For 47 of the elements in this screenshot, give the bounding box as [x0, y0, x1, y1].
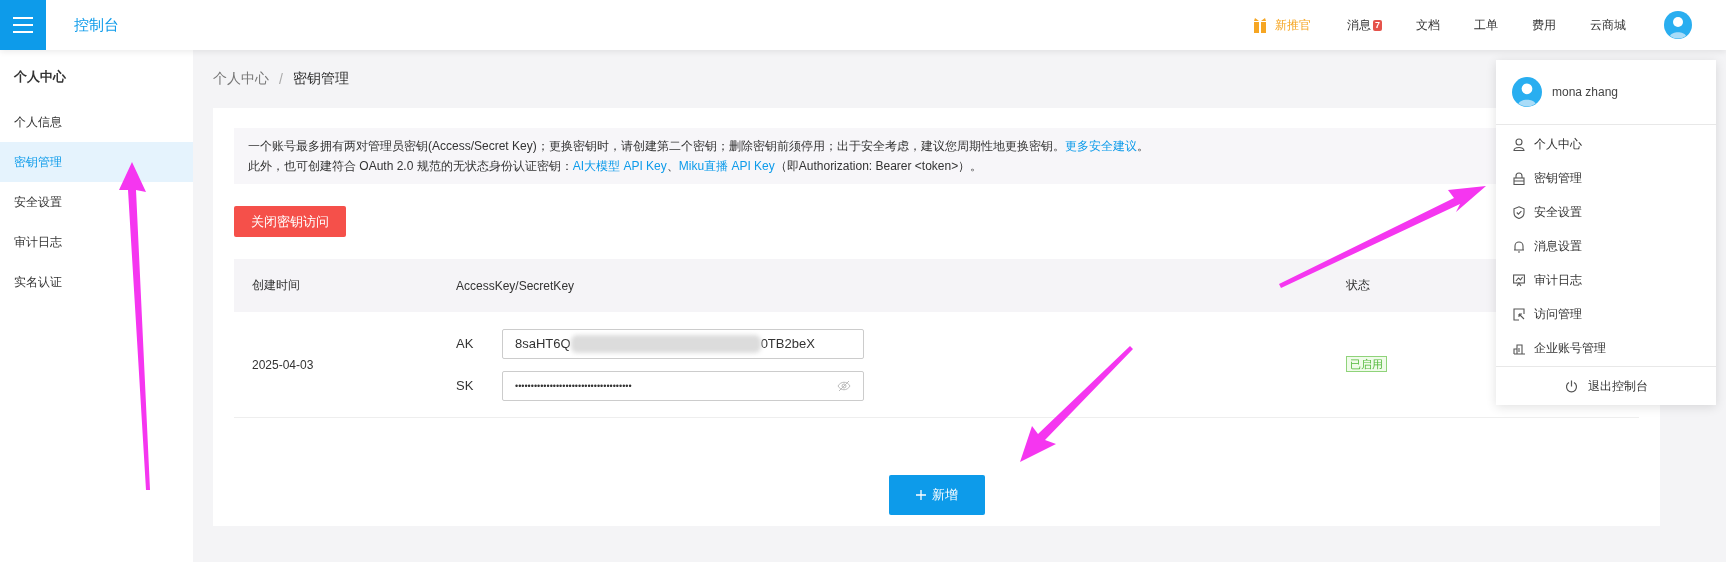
- column-header: AccessKey/SecretKey: [456, 278, 576, 293]
- avatar-icon: [1512, 77, 1542, 107]
- shield-icon: [1513, 205, 1525, 219]
- lock-icon: [1513, 171, 1525, 185]
- sidebar-item[interactable]: 实名认证: [0, 262, 193, 302]
- menu-button[interactable]: [0, 0, 46, 50]
- sidebar-title: 个人中心: [13, 68, 67, 86]
- hide-eye-icon[interactable]: [837, 379, 851, 392]
- sidebar-item[interactable]: 审计日志: [0, 222, 193, 262]
- user-name: mona zhang: [1552, 85, 1619, 99]
- plus-icon: [915, 490, 926, 500]
- nav-link[interactable]: 费用: [1532, 16, 1556, 34]
- status-tag: 已启用: [1346, 356, 1387, 372]
- key-label: SK: [456, 378, 475, 393]
- sidebar-item[interactable]: 个人信息: [0, 102, 193, 142]
- menu-item[interactable]: 企业账号管理: [1496, 331, 1716, 365]
- column-header: 创建时间: [251, 277, 301, 294]
- secret-key-field[interactable]: •••••••••••••••••••••••••••••••••••••: [502, 370, 864, 401]
- key-label: AK: [456, 336, 475, 351]
- monitor-icon: [1513, 273, 1525, 287]
- menu-item[interactable]: 安全设置: [1496, 195, 1716, 229]
- menu-item[interactable]: 消息设置: [1496, 229, 1716, 263]
- date-cell-text: 2025-04-03: [251, 357, 315, 372]
- user-icon: [1513, 137, 1525, 151]
- nav-link[interactable]: 文档: [1416, 16, 1440, 34]
- access-key-field[interactable]: 8saHT6Q 0TB2beX: [502, 328, 864, 359]
- breadcrumb-item[interactable]: 个人中心: [213, 70, 269, 88]
- logout-button[interactable]: 退出控制台: [1496, 366, 1716, 405]
- messages-link[interactable]: 消息 7: [1347, 16, 1382, 34]
- breadcrumb-item: 密钥管理: [292, 70, 349, 88]
- menu-item[interactable]: 审计日志: [1496, 263, 1716, 297]
- message-count: 7: [1373, 19, 1382, 31]
- nav-link[interactable]: 云商城: [1590, 16, 1626, 34]
- nav-link[interactable]: 工单: [1474, 16, 1498, 34]
- breadcrumb-separator: /: [279, 71, 283, 87]
- building-icon: [1513, 341, 1525, 355]
- avatar-icon[interactable]: [1664, 11, 1692, 39]
- menu-item[interactable]: 密钥管理: [1496, 161, 1716, 195]
- column-header: 状态: [1346, 278, 1370, 292]
- menu-item[interactable]: 访问管理: [1496, 297, 1716, 331]
- menu-item[interactable]: 个人中心: [1496, 127, 1716, 161]
- bell-icon: [1513, 239, 1525, 253]
- gift-icon: [1253, 17, 1267, 33]
- cursor-icon: [1513, 307, 1525, 321]
- menu-icon: [13, 17, 33, 33]
- sidebar-item[interactable]: 安全设置: [0, 182, 193, 222]
- power-icon: [1564, 379, 1578, 393]
